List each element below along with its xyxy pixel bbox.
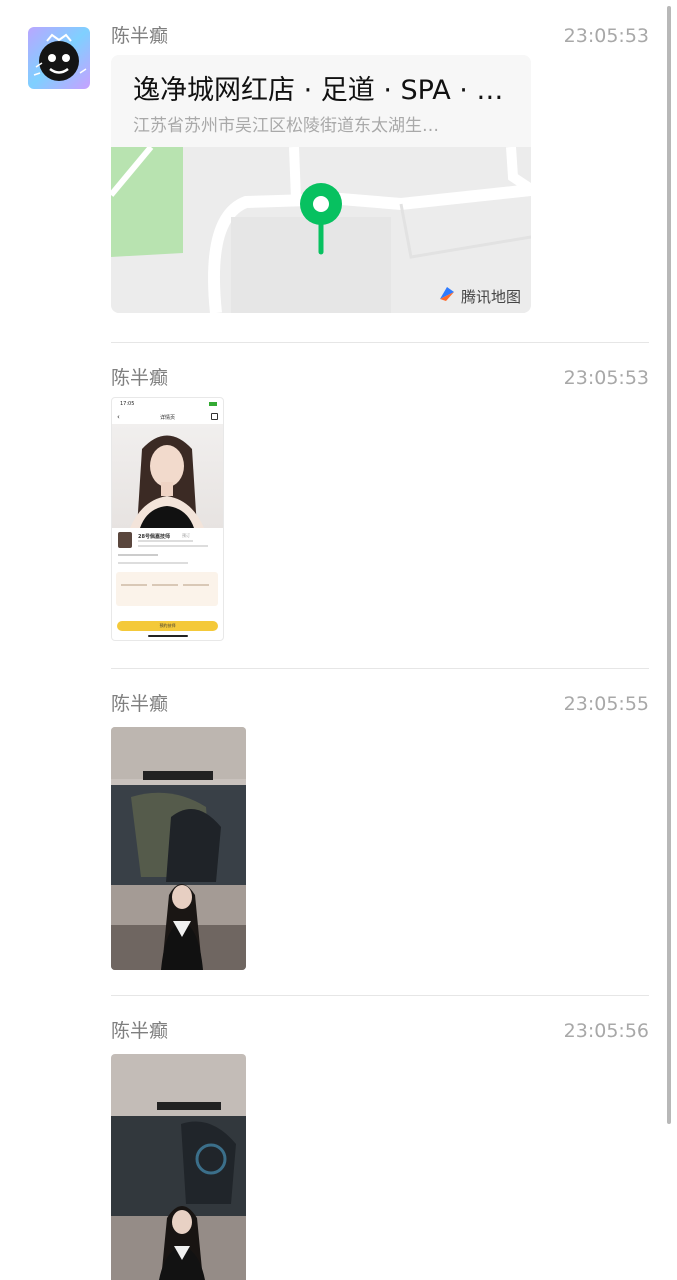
location-card[interactable]: 逸净城网红店 · 足道 · SPA · … 江苏省苏州市吴江区松陵街道东太湖生… [111, 55, 531, 313]
image-thumbnail[interactable]: 17:05 ‹ 详情页 28号佩嘉技师 预订 预约技师 [111, 397, 224, 641]
video-thumbnail[interactable] [111, 1054, 246, 1280]
sender-name: 陈半癫 [111, 25, 169, 47]
profile-line [118, 554, 158, 556]
service-item [152, 584, 178, 586]
sender-name: 陈半癫 [111, 367, 169, 389]
sender-name: 陈半癫 [111, 1020, 169, 1042]
home-indicator [148, 635, 188, 637]
service-panel [116, 572, 218, 606]
message-divider [111, 668, 649, 669]
scrollbar[interactable] [667, 6, 671, 1124]
message-location: 陈半癫 23:05:53 逸净城网红店 · 足道 · SPA · … 江苏省苏州… [111, 24, 649, 319]
message-time: 23:05:53 [563, 367, 649, 389]
map-provider: 腾讯地图 [437, 285, 521, 307]
profile-info: 28号佩嘉技师 预订 [112, 528, 223, 614]
profile-photo [112, 424, 223, 528]
service-item [121, 584, 147, 586]
location-pin-icon [298, 182, 344, 256]
location-address: 江苏省苏州市吴江区松陵街道东太湖生… [133, 116, 439, 136]
service-item [183, 584, 209, 586]
profile-line [138, 545, 208, 547]
book-button-label: 预约技师 [159, 623, 176, 628]
sender-name: 陈半癫 [111, 693, 169, 715]
location-title: 逸净城网红店 · 足道 · SPA · … [133, 75, 504, 106]
profile-line [138, 540, 193, 542]
phone-nav-title: 详情页 [159, 415, 175, 421]
sender-avatar[interactable] [28, 27, 90, 89]
message-video: 陈半癫 23:05:55 [111, 692, 649, 972]
message-divider [111, 342, 649, 343]
phone-nav-bar: ‹ 详情页 [112, 410, 223, 424]
message-image: 陈半癫 23:05:53 17:05 ‹ 详情页 28号佩嘉技师 预订 预约技师 [111, 366, 649, 646]
profile-name: 28号佩嘉技师 [138, 534, 170, 540]
phone-clock: 17:05 [120, 401, 135, 407]
message-video: 陈半癫 23:05:56 [111, 1019, 649, 1280]
location-header: 逸净城网红店 · 足道 · SPA · … 江苏省苏州市吴江区松陵街道东太湖生… [111, 55, 531, 147]
tencent-map-icon [437, 284, 457, 308]
message-time: 23:05:56 [563, 1020, 649, 1042]
message-time: 23:05:55 [563, 693, 649, 715]
phone-status-bar: 17:05 [112, 398, 223, 410]
profile-avatar [118, 532, 132, 548]
profile-badge: 预订 [182, 533, 190, 538]
message-time: 23:05:53 [563, 25, 649, 47]
map-provider-label: 腾讯地图 [460, 287, 521, 306]
profile-line [118, 562, 188, 564]
battery-icon [209, 402, 217, 406]
video-thumbnail[interactable] [111, 727, 246, 970]
message-divider [111, 995, 649, 996]
share-icon [211, 413, 218, 420]
location-map[interactable]: 腾讯地图 [111, 145, 531, 313]
book-button[interactable]: 预约技师 [117, 621, 218, 631]
